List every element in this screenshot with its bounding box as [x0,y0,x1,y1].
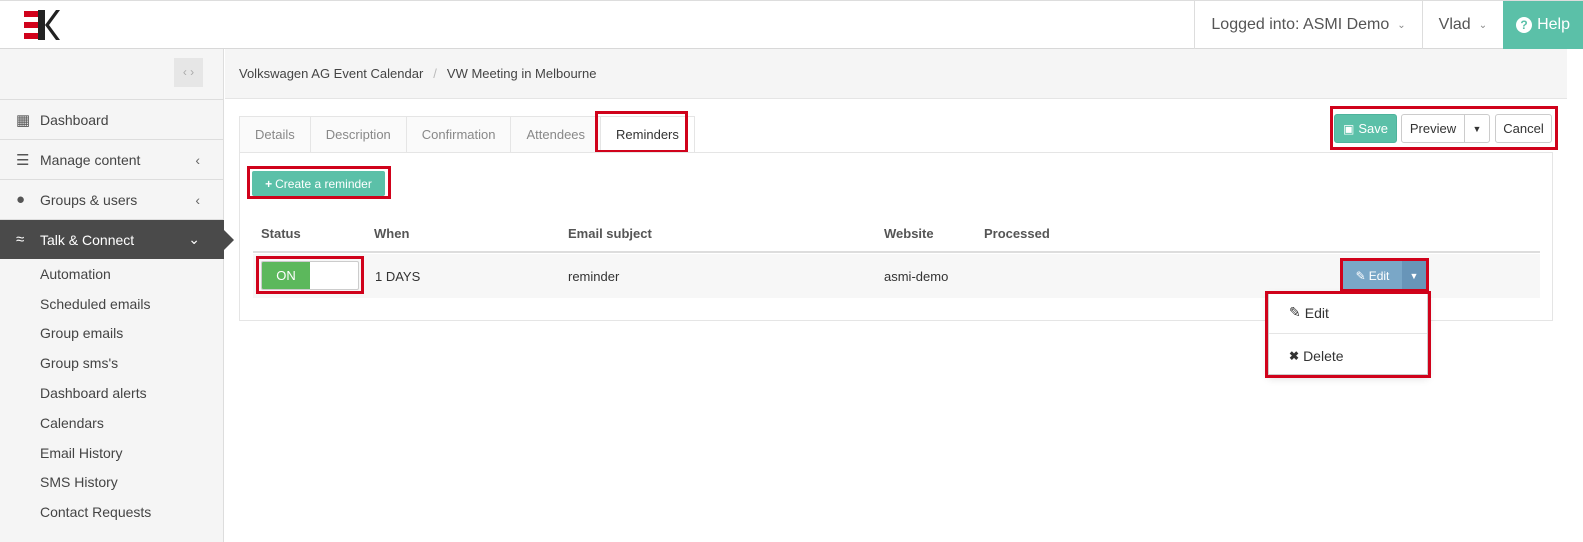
chevron-left-icon: ‹ [195,151,200,168]
sidebar-item-label: Talk & Connect [40,231,135,248]
user-icon: ● [16,191,26,208]
menu-divider [1269,333,1427,334]
tab-reminders[interactable]: Reminders [600,116,695,153]
sidebar-subitem-group-emails[interactable]: Group emails [0,319,224,349]
chevron-left-icon: ‹ [195,191,200,208]
status-toggle-on: ON [262,262,310,289]
column-header-when: When [374,226,410,241]
sidebar-subitem-group-sms[interactable]: Group sms's [0,348,224,378]
edit-icon: ✎ [1289,304,1301,320]
caret-down-icon: ▼ [1409,270,1419,281]
column-header-email-subject: Email subject [568,226,652,241]
help-label: Help [1537,16,1570,33]
chevron-down-icon: ⌄ [1478,19,1488,31]
tab-details[interactable]: Details [239,116,310,153]
layers-icon: ☰ [16,151,30,169]
menu-item-delete-label: Delete [1303,348,1344,364]
column-header-website: Website [884,226,934,241]
save-button[interactable]: ▣ Save [1334,114,1397,143]
sidebar-item-manage-content[interactable]: ☰ Manage content ‹ [0,139,224,179]
sidebar-subitem-contact-requests[interactable]: Contact Requests [0,497,224,527]
chevron-down-icon: ⌄ [1397,19,1406,31]
row-edit-label: Edit [1368,268,1390,283]
preview-button[interactable]: Preview [1401,114,1465,143]
menu-item-delete[interactable]: ✖ Delete [1289,348,1344,364]
account-switcher[interactable]: Logged into: ASMI Demo ⌄ [1194,1,1421,49]
breadcrumb-parent[interactable]: Volkswagen AG Event Calendar [239,66,423,81]
plus-icon: + [265,176,273,191]
grid-icon: ▦ [16,111,31,129]
help-button[interactable]: ? Help [1503,1,1583,49]
sidebar-item-label: Groups & users [40,191,138,208]
top-navbar: Logged into: ASMI Demo ⌄ Vlad ⌄ ? Help [0,0,1583,49]
sidebar: ‹ › ▦ Dashboard ☰ Manage content ‹ ● Gro… [0,49,234,542]
company-logo[interactable] [24,10,60,40]
sidebar-subitem-automation[interactable]: Automation [0,259,224,289]
breadcrumb-separator: / [433,66,437,81]
save-label: Save [1358,121,1388,136]
tab-confirmation[interactable]: Confirmation [405,116,511,153]
preview-dropdown-toggle[interactable]: ▼ [1464,114,1490,143]
sidebar-collapse-toggle[interactable]: ‹ › [174,58,203,87]
cell-email-subject: reminder [568,269,620,284]
sidebar-subitem-sms-history[interactable]: SMS History [0,468,224,498]
cell-when: 1 DAYS [375,269,421,284]
save-icon: ▣ [1343,121,1355,136]
row-edit-dropdown-toggle[interactable]: ▼ [1402,261,1426,290]
logged-into-label: Logged into: ASMI Demo [1211,16,1390,33]
status-toggle[interactable]: ON [261,261,359,290]
sidebar-item-label: Dashboard [40,111,109,128]
sidebar-item-groups-users[interactable]: ● Groups & users ‹ [0,179,224,219]
row-action-menu: ✎ Edit ✖ Delete [1268,293,1428,375]
sidebar-item-label: Manage content [40,151,141,168]
sidebar-subitem-scheduled-emails[interactable]: Scheduled emails [0,289,224,319]
sidebar-item-talk-connect[interactable]: ≈ Talk & Connect ⌄ [0,219,234,259]
breadcrumb: Volkswagen AG Event Calendar / VW Meetin… [225,49,1567,99]
column-header-status: Status [261,226,301,241]
sidebar-subitem-calendars[interactable]: Calendars [0,408,224,438]
menu-item-edit[interactable]: ✎ Edit [1289,304,1329,321]
cancel-button[interactable]: Cancel [1495,114,1552,143]
chevron-down-icon: ⌄ [188,231,200,247]
tab-attendees[interactable]: Attendees [510,116,601,153]
close-icon: ✖ [1289,349,1300,363]
row-edit-button[interactable]: ✎ Edit [1343,261,1402,290]
user-menu[interactable]: Vlad ⌄ [1421,1,1503,49]
table-header-divider [253,251,1540,253]
tab-description[interactable]: Description [309,116,406,153]
user-name: Vlad [1438,16,1471,33]
sidebar-item-dashboard[interactable]: ▦ Dashboard [0,99,224,139]
cell-website: asmi-demo [884,269,949,284]
edit-icon: ✎ [1355,268,1366,283]
wifi-icon: ≈ [16,231,25,248]
tab-bar: Details Description Confirmation Attende… [239,116,695,153]
column-header-processed: Processed [984,226,1050,241]
create-reminder-button[interactable]: + Create a reminder [252,171,385,196]
breadcrumb-current: VW Meeting in Melbourne [446,66,597,81]
question-icon: ? [1516,17,1533,33]
sidebar-subitem-dashboard-alerts[interactable]: Dashboard alerts [0,378,224,408]
caret-down-icon: ▼ [1472,123,1482,134]
sidebar-subitem-email-history[interactable]: Email History [0,438,224,468]
create-reminder-label: Create a reminder [275,176,372,191]
menu-item-edit-label: Edit [1304,304,1329,321]
